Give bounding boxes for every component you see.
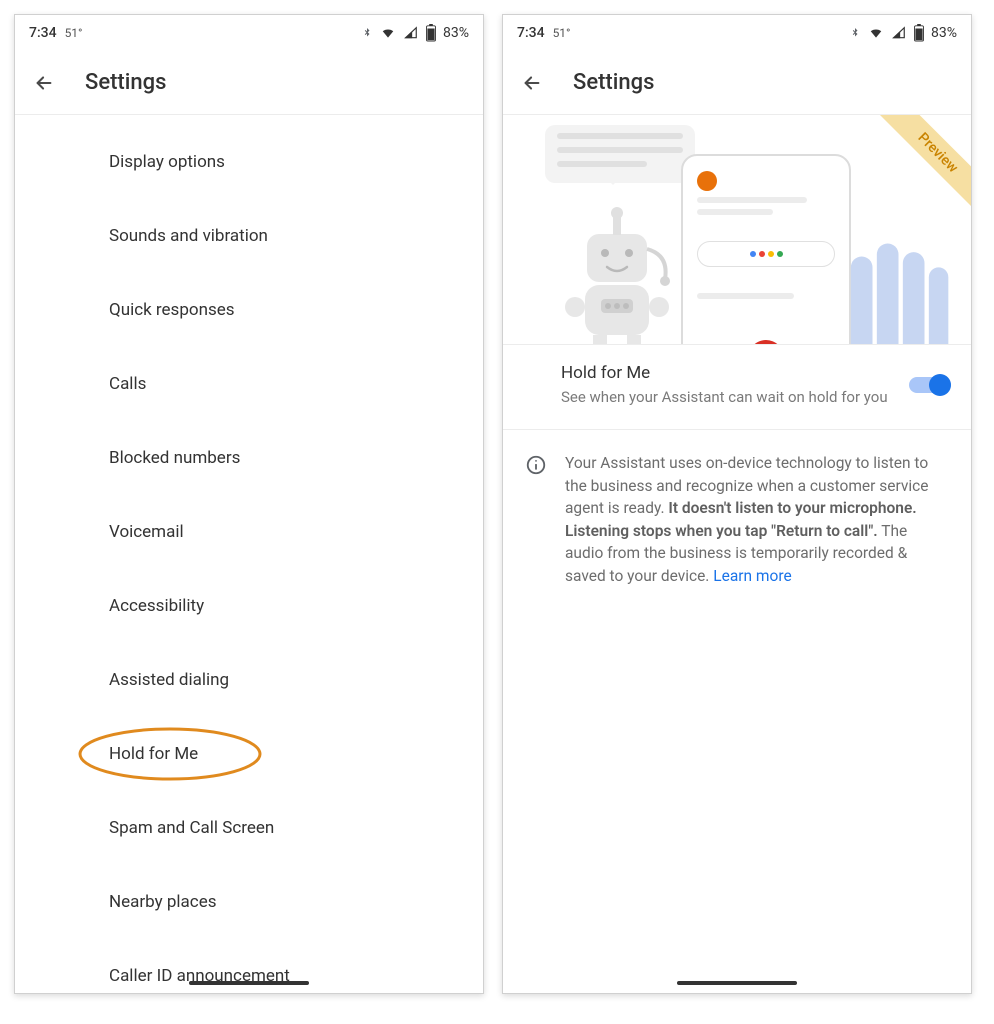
info-text: Your Assistant uses on-device technology… (565, 452, 949, 587)
info-row: Your Assistant uses on-device technology… (503, 430, 971, 587)
settings-list[interactable]: Display options Sounds and vibration Quick… (15, 115, 483, 993)
settings-item-label: Calls (109, 374, 146, 394)
mock-phone-illustration (681, 154, 851, 345)
settings-item-label: Spam and Call Screen (109, 818, 274, 838)
back-arrow-icon[interactable] (33, 72, 55, 94)
feature-title: Hold for Me (561, 363, 895, 383)
settings-item-hold-for-me[interactable]: Hold for Me (15, 717, 483, 791)
info-icon (525, 454, 547, 476)
settings-item-label: Nearby places (109, 892, 216, 912)
settings-item-quick-responses[interactable]: Quick responses (15, 273, 483, 347)
status-bar: 7:34 51° 83% (15, 15, 483, 51)
battery-icon (913, 24, 925, 42)
hero-illustration: Preview (503, 115, 971, 345)
settings-item-sounds-and-vibration[interactable]: Sounds and vibration (15, 199, 483, 273)
settings-item-label: Voicemail (109, 522, 184, 542)
status-bar: 7:34 51° 83% (503, 15, 971, 51)
robot-icon (551, 189, 681, 344)
learn-more-link[interactable]: Learn more (713, 567, 791, 585)
hand-illustration (827, 224, 957, 345)
speech-bubble (545, 125, 695, 183)
nav-handle[interactable] (677, 981, 797, 985)
preview-badge: Preview (875, 115, 971, 216)
signal-icon (891, 26, 907, 40)
settings-item-label: Hold for Me (109, 744, 198, 764)
phone-left: 7:34 51° 83% Settings Display options Sou… (14, 14, 484, 994)
hold-for-me-toggle-row[interactable]: Hold for Me See when your Assistant can … (503, 345, 971, 430)
back-arrow-icon[interactable] (521, 72, 543, 94)
bluetooth-icon (849, 25, 861, 41)
battery-percent: 83% (443, 25, 469, 41)
bluetooth-icon (361, 25, 373, 41)
battery-icon (425, 24, 437, 42)
settings-item-label: Assisted dialing (109, 670, 229, 690)
phone-right: 7:34 51° 83% Settings Preview (502, 14, 972, 994)
nav-handle[interactable] (189, 981, 309, 985)
settings-item-label: Quick responses (109, 300, 235, 320)
settings-item-voicemail[interactable]: Voicemail (15, 495, 483, 569)
settings-item-assisted-dialing[interactable]: Assisted dialing (15, 643, 483, 717)
settings-item-label: Display options (109, 152, 225, 172)
status-time: 7:34 (517, 25, 545, 41)
app-bar: Settings (503, 51, 971, 115)
battery-percent: 83% (931, 25, 957, 41)
feature-switch[interactable] (909, 373, 951, 397)
settings-item-blocked-numbers[interactable]: Blocked numbers (15, 421, 483, 495)
status-temp: 51° (553, 26, 571, 40)
page-title: Settings (573, 70, 654, 95)
page-title: Settings (85, 70, 166, 95)
settings-item-spam-and-call-screen[interactable]: Spam and Call Screen (15, 791, 483, 865)
settings-item-label: Accessibility (109, 596, 204, 616)
settings-item-accessibility[interactable]: Accessibility (15, 569, 483, 643)
wifi-icon (867, 26, 885, 40)
settings-item-label: Sounds and vibration (109, 226, 268, 246)
settings-item-calls[interactable]: Calls (15, 347, 483, 421)
settings-item-nearby-places[interactable]: Nearby places (15, 865, 483, 939)
settings-item-display-options[interactable]: Display options (15, 125, 483, 199)
feature-subtitle: See when your Assistant can wait on hold… (561, 387, 895, 407)
app-bar: Settings (15, 51, 483, 115)
signal-icon (403, 26, 419, 40)
settings-item-label: Blocked numbers (109, 448, 240, 468)
status-temp: 51° (65, 26, 83, 40)
status-time: 7:34 (29, 25, 57, 41)
wifi-icon (379, 26, 397, 40)
